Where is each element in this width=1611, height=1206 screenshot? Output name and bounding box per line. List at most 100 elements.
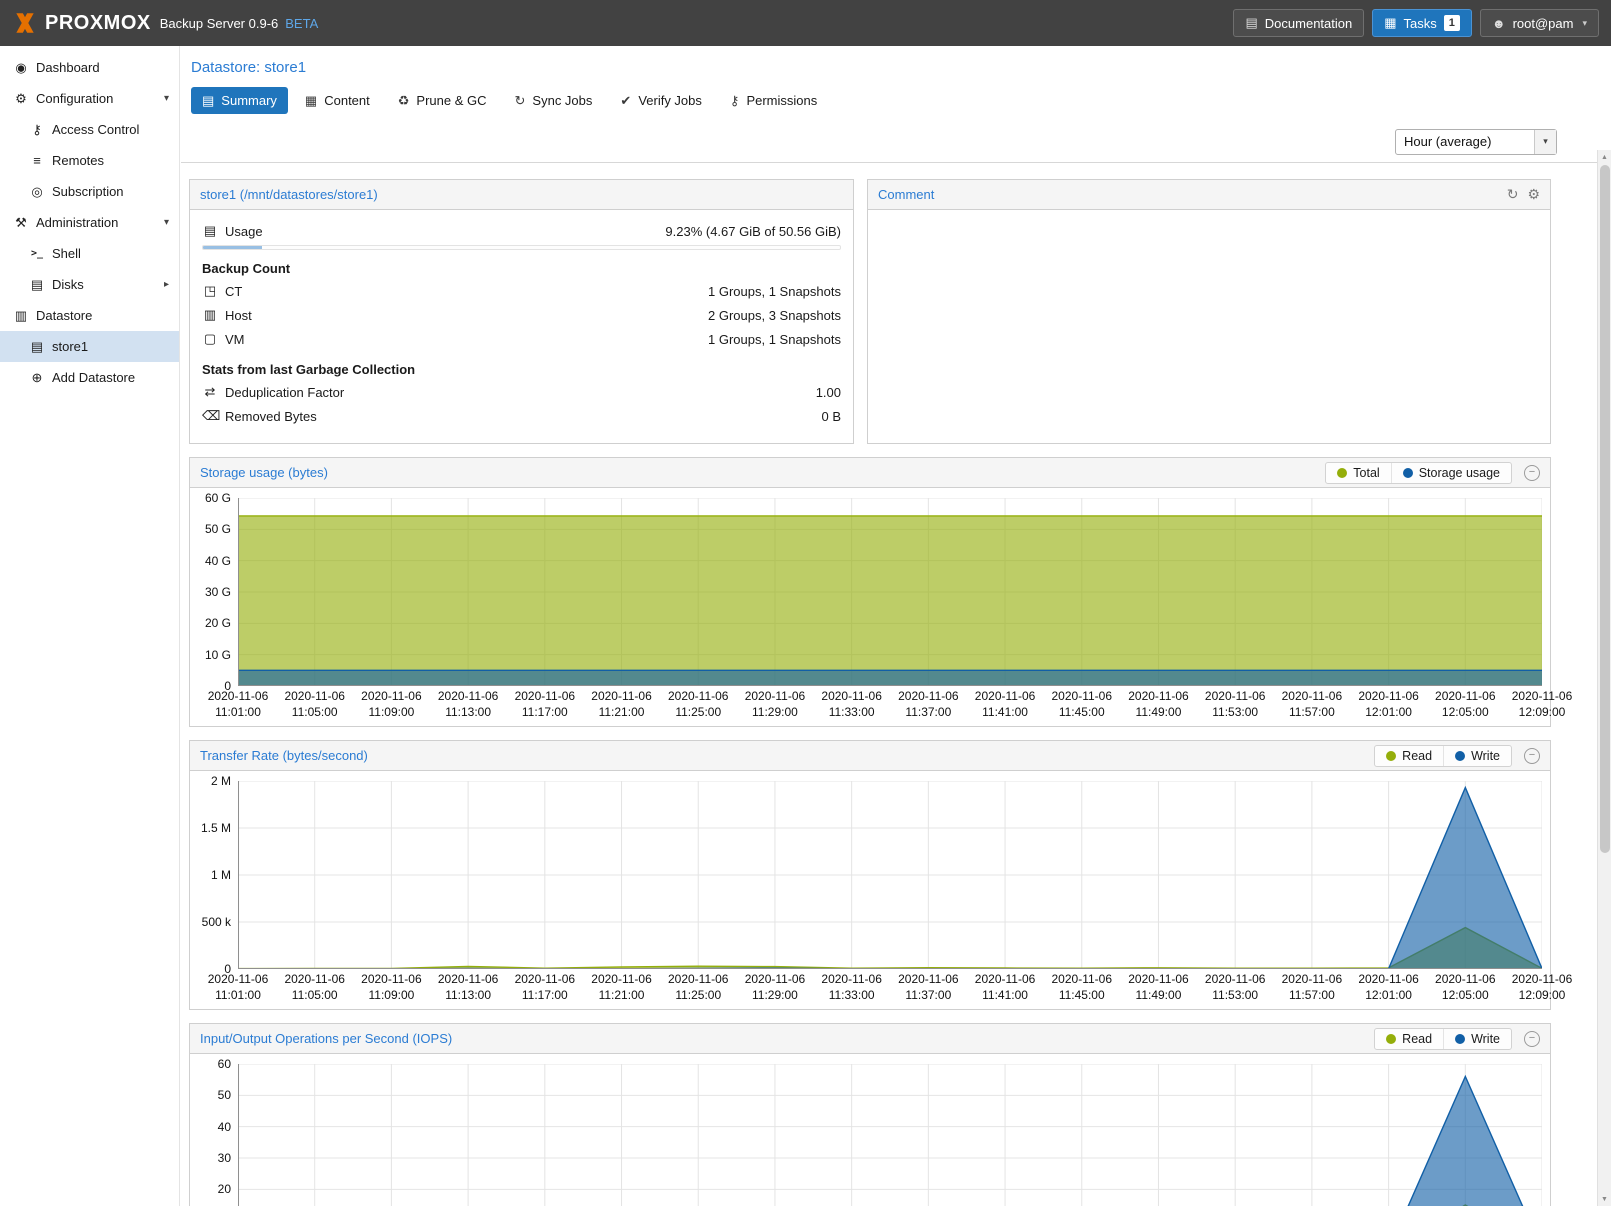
check-circle-icon: ✔ [620, 93, 631, 109]
legend-item-storage-usage[interactable]: Storage usage [1391, 463, 1511, 483]
chevron-down-icon[interactable]: ▾ [164, 217, 169, 228]
legend-dot-read [1386, 751, 1396, 761]
tab-label: Content [324, 93, 370, 108]
scroll-down-icon[interactable]: ▼ [1598, 1192, 1611, 1206]
scrollbar-thumb[interactable] [1600, 165, 1610, 853]
ct-value: 1 Groups, 1 Snapshots [708, 284, 841, 299]
chart-title: Storage usage (bytes) [200, 465, 328, 480]
collapse-icon[interactable]: − [1524, 748, 1540, 764]
content: store1 (/mnt/datastores/store1) ▤ Usage … [181, 163, 1611, 1206]
disks-icon: ▤ [28, 277, 46, 293]
usage-meter-fill [203, 246, 262, 249]
legend-item-total[interactable]: Total [1326, 463, 1390, 483]
tabbar: ▤ Summary ▦ Content ♻ Prune & GC ↻ Sync … [181, 81, 1611, 121]
documentation-label: Documentation [1265, 16, 1352, 31]
brand-name: PROXMOX [45, 12, 151, 35]
legend-dot-storage-usage [1403, 468, 1413, 478]
tab-verify-jobs[interactable]: ✔ Verify Jobs [609, 87, 713, 114]
tab-permissions[interactable]: ⚷ Permissions [719, 87, 828, 114]
page-title: Datastore: store1 [181, 46, 1611, 81]
product-version: Backup Server 0.9-6 [160, 16, 279, 31]
removed-bytes-value: 0 B [821, 409, 841, 424]
tasks-label: Tasks [1404, 16, 1437, 31]
sidebar-item-remotes[interactable]: ≡ Remotes [0, 145, 179, 176]
documentation-button[interactable]: ▤ Documentation [1233, 9, 1364, 37]
dashboard-icon: ◉ [12, 60, 30, 76]
legend-item-read[interactable]: Read [1375, 1029, 1443, 1049]
grid-icon: ▦ [305, 93, 317, 109]
sidebar-item-label: Administration [36, 215, 118, 230]
host-row: ▥ Host 2 Groups, 3 Snapshots [202, 303, 841, 327]
user-label: root@pam [1513, 16, 1574, 31]
proxmox-x-icon [12, 10, 38, 36]
key-icon: ⚷ [28, 122, 46, 138]
gear-icon[interactable]: ⚙ [1527, 186, 1540, 203]
trash-icon: ⌫ [202, 408, 218, 424]
host-value: 2 Groups, 3 Snapshots [708, 308, 841, 323]
tasks-button[interactable]: ▦ Tasks 1 [1372, 9, 1472, 37]
tab-label: Summary [221, 93, 277, 108]
ct-row: ◳ CT 1 Groups, 1 Snapshots [202, 279, 841, 303]
tab-prune-gc[interactable]: ♻ Prune & GC [387, 87, 498, 114]
timerange-value: Hour (average) [1396, 130, 1534, 154]
iops-panel: Input/Output Operations per Second (IOPS… [189, 1023, 1551, 1206]
chart-title: Input/Output Operations per Second (IOPS… [200, 1031, 452, 1046]
storage-usage-chart: 010 G20 G30 G40 G50 G60 G2020-11-0611:01… [192, 498, 1542, 722]
tab-label: Prune & GC [416, 93, 486, 108]
sidebar-item-datastore[interactable]: ▥ Datastore [0, 300, 179, 331]
tab-content[interactable]: ▦ Content [294, 87, 381, 114]
removed-bytes-label: Removed Bytes [225, 409, 317, 424]
sidebar-item-shell[interactable]: >_ Shell [0, 238, 179, 269]
chevron-down-icon[interactable]: ▾ [164, 93, 169, 104]
usage-label: Usage [225, 224, 263, 239]
sidebar-item-access-control[interactable]: ⚷ Access Control [0, 114, 179, 145]
submit-icon[interactable]: ↻ [1507, 186, 1519, 203]
legend-dot-read [1386, 1034, 1396, 1044]
vm-value: 1 Groups, 1 Snapshots [708, 332, 841, 347]
backup-count-title: Backup Count [202, 261, 841, 276]
gc-stats-title: Stats from last Garbage Collection [202, 362, 841, 377]
iops-chart: 01020304050602020-11-0611:01:002020-11-0… [192, 1064, 1542, 1206]
sidebar-item-disks[interactable]: ▤ Disks ▸ [0, 269, 179, 300]
legend-item-read[interactable]: Read [1375, 746, 1443, 766]
sidebar-item-add-datastore[interactable]: ⊕ Add Datastore [0, 362, 179, 393]
user-menu-button[interactable]: ☻ root@pam ▾ [1480, 9, 1599, 37]
vm-label: VM [225, 332, 245, 347]
sidebar-item-store1[interactable]: ▤ store1 [0, 331, 179, 362]
collapse-icon[interactable]: − [1524, 1031, 1540, 1047]
sidebar-item-label: Add Datastore [52, 370, 135, 385]
topbar: PROXMOX Backup Server 0.9-6 BETA ▤ Docum… [0, 0, 1611, 46]
tab-summary[interactable]: ▤ Summary [191, 87, 288, 114]
server-list-icon: ≡ [28, 153, 46, 168]
timerange-select[interactable]: Hour (average) ▾ [1395, 129, 1557, 155]
chevron-right-icon[interactable]: ▸ [164, 279, 169, 290]
beta-link[interactable]: BETA [285, 16, 318, 31]
plus-circle-icon: ⊕ [28, 370, 46, 386]
legend-item-write[interactable]: Write [1443, 746, 1511, 766]
dedup-label: Deduplication Factor [225, 385, 344, 400]
usage-meter [202, 245, 841, 250]
unlock-icon: ⚷ [730, 93, 740, 109]
scroll-up-icon[interactable]: ▲ [1598, 150, 1611, 164]
sidebar-item-subscription[interactable]: ◎ Subscription [0, 176, 179, 207]
comment-body[interactable] [868, 210, 1550, 228]
usage-value: 9.23% (4.67 GiB of 50.56 GiB) [665, 224, 841, 239]
sidebar-item-dashboard[interactable]: ◉ Dashboard [0, 52, 179, 83]
panel-title: store1 (/mnt/datastores/store1) [200, 187, 378, 202]
sidebar-item-configuration[interactable]: ⚙ Configuration ▾ [0, 83, 179, 114]
sidebar-item-administration[interactable]: ⚒ Administration ▾ [0, 207, 179, 238]
dedup-row: ⇄ Deduplication Factor 1.00 [202, 380, 841, 404]
tab-sync-jobs[interactable]: ↻ Sync Jobs [504, 87, 604, 114]
sidebar-item-label: Configuration [36, 91, 113, 106]
tab-label: Sync Jobs [532, 93, 592, 108]
comment-panel: Comment ↻ ⚙ [867, 179, 1551, 444]
sidebar-item-label: Datastore [36, 308, 92, 323]
collapse-icon[interactable]: − [1524, 465, 1540, 481]
removed-bytes-row: ⌫ Removed Bytes 0 B [202, 404, 841, 428]
secondary-toolbar: Hour (average) ▾ [181, 121, 1611, 163]
vertical-scrollbar[interactable]: ▲ ▼ [1597, 150, 1611, 1206]
chevron-down-icon[interactable]: ▾ [1534, 130, 1556, 154]
legend-item-write[interactable]: Write [1443, 1029, 1511, 1049]
chart-legend: Read Write [1374, 1028, 1512, 1050]
sidebar-item-label: Remotes [52, 153, 104, 168]
